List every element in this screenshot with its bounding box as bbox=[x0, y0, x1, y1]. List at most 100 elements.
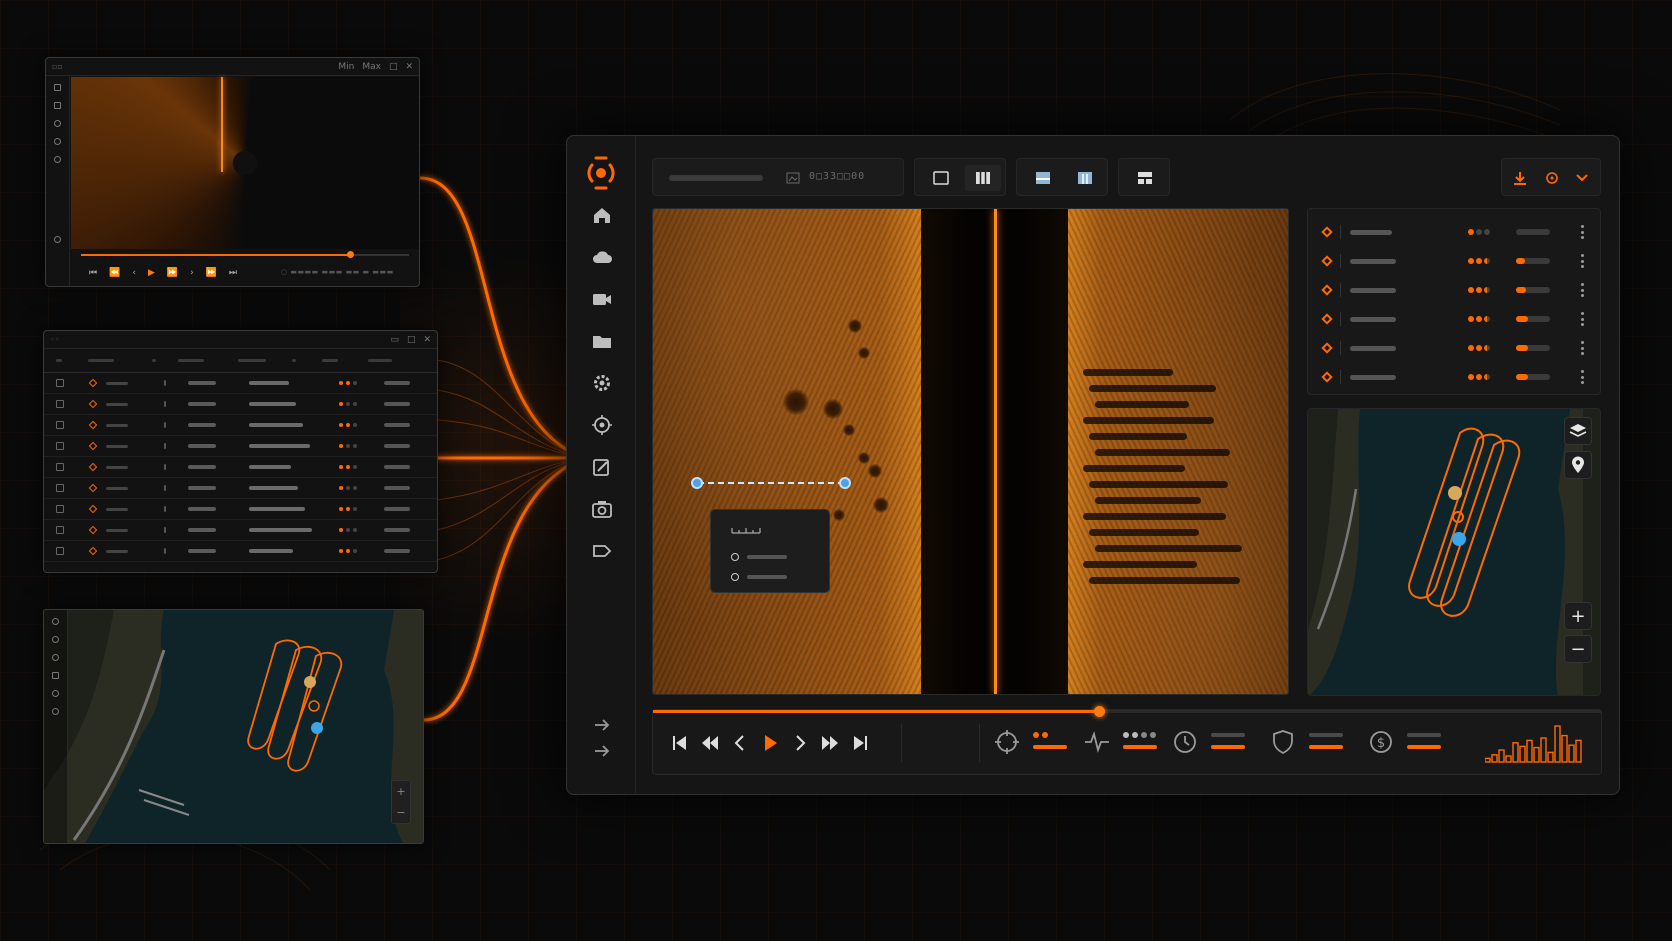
grid-view-button[interactable] bbox=[1127, 165, 1163, 191]
next-icon[interactable]: › bbox=[190, 268, 194, 278]
folder-nav-button[interactable] bbox=[591, 330, 613, 352]
tag-nav-button[interactable] bbox=[591, 540, 613, 562]
close-icon[interactable]: ✕ bbox=[405, 62, 413, 72]
home-nav-button[interactable] bbox=[591, 204, 613, 226]
skip-end-button[interactable] bbox=[849, 732, 871, 754]
split-view-button[interactable] bbox=[965, 165, 1001, 191]
target-list-item[interactable] bbox=[1308, 217, 1600, 248]
maximize-icon[interactable]: □ bbox=[389, 62, 398, 72]
measure-start-handle[interactable] bbox=[691, 477, 703, 489]
maximize-icon[interactable]: □ bbox=[407, 335, 416, 345]
settings-icon[interactable] bbox=[54, 156, 61, 163]
minimize-icon[interactable]: ▭ bbox=[390, 335, 399, 345]
play-icon[interactable]: ▶ bbox=[148, 268, 155, 278]
row-checkbox[interactable] bbox=[56, 547, 64, 555]
zoom-out-button[interactable]: − bbox=[396, 806, 405, 819]
skip-end-icon[interactable]: ⏭ bbox=[229, 268, 237, 278]
track-map-window[interactable]: + − bbox=[43, 609, 424, 844]
target-list-item[interactable] bbox=[1308, 275, 1600, 306]
table-row[interactable] bbox=[44, 436, 437, 457]
video-nav-button[interactable] bbox=[591, 288, 613, 310]
target-icon[interactable] bbox=[54, 138, 61, 145]
more-options-icon[interactable] bbox=[1580, 283, 1584, 297]
track-map[interactable]: + − bbox=[1307, 408, 1601, 696]
download-button[interactable] bbox=[1506, 165, 1534, 191]
row-checkbox[interactable] bbox=[56, 505, 64, 513]
playback-progress-bar[interactable] bbox=[653, 706, 1601, 717]
table-row[interactable] bbox=[44, 415, 437, 436]
expand-nav-button[interactable] bbox=[591, 714, 613, 736]
skip-start-icon[interactable]: ⏮ bbox=[89, 268, 97, 278]
more-options-icon[interactable] bbox=[1580, 341, 1584, 355]
table-row[interactable] bbox=[44, 520, 437, 541]
rewind-button[interactable] bbox=[699, 732, 721, 754]
play-button[interactable] bbox=[759, 732, 781, 754]
location-pin-button[interactable] bbox=[1564, 451, 1592, 479]
row-checkbox[interactable] bbox=[56, 421, 64, 429]
playback-scrubber[interactable] bbox=[1093, 706, 1105, 717]
target-list-item[interactable] bbox=[1308, 304, 1600, 335]
rewind-icon[interactable]: ⏪ bbox=[109, 268, 120, 278]
measure-option-2[interactable] bbox=[731, 573, 787, 581]
camera-nav-button[interactable] bbox=[591, 498, 613, 520]
table-row[interactable] bbox=[44, 478, 437, 499]
target-list-item[interactable] bbox=[1308, 333, 1600, 364]
more-options-icon[interactable] bbox=[1580, 254, 1584, 268]
single-view-button[interactable] bbox=[923, 165, 959, 191]
sonar-preview-window[interactable]: ▫▫ Min Max □ ✕ ⏮ ⏪ ‹ ▶ ⏩ › ⏩ ⏭ ○ ▬▬▬▬ ▬▬… bbox=[45, 57, 420, 287]
prev-button[interactable] bbox=[729, 732, 751, 754]
target-nav-button[interactable] bbox=[591, 414, 613, 436]
prev-icon[interactable]: ‹ bbox=[132, 268, 136, 278]
cloud-nav-button[interactable] bbox=[591, 246, 613, 268]
targets-table-window[interactable]: ◦◦ ▭ □ ✕ bbox=[43, 330, 438, 573]
side-scan-sonar-view[interactable] bbox=[652, 208, 1289, 695]
row-checkbox[interactable] bbox=[56, 526, 64, 534]
info-icon[interactable] bbox=[54, 236, 61, 243]
layers-button[interactable] bbox=[1564, 417, 1592, 445]
target-button[interactable] bbox=[1538, 165, 1566, 191]
zoom-out-button[interactable]: − bbox=[1564, 635, 1592, 663]
fast-forward-button[interactable] bbox=[819, 732, 841, 754]
target-list-item[interactable] bbox=[1308, 362, 1600, 393]
fast-forward-icon[interactable]: ⏩ bbox=[167, 268, 178, 278]
target-list-item[interactable] bbox=[1308, 246, 1600, 277]
more-options-icon[interactable] bbox=[1580, 225, 1584, 239]
table-row[interactable] bbox=[44, 499, 437, 520]
image-view-button[interactable] bbox=[1025, 165, 1061, 191]
zoom-in-button[interactable]: + bbox=[1564, 602, 1592, 630]
row-checkbox[interactable] bbox=[56, 463, 64, 471]
row-checkbox[interactable] bbox=[56, 400, 64, 408]
measure-line[interactable] bbox=[691, 477, 851, 489]
circle-icon[interactable] bbox=[52, 708, 59, 715]
layer-icon[interactable] bbox=[52, 618, 59, 625]
edit-nav-button[interactable] bbox=[591, 456, 613, 478]
row-checkbox[interactable] bbox=[56, 379, 64, 387]
columns-view-button[interactable] bbox=[1067, 165, 1103, 191]
measure-option-1[interactable] bbox=[731, 553, 787, 561]
next-button[interactable] bbox=[789, 732, 811, 754]
search-icon[interactable] bbox=[54, 120, 61, 127]
row-checkbox[interactable] bbox=[56, 484, 64, 492]
table-row[interactable] bbox=[44, 457, 437, 478]
measure-end-handle[interactable] bbox=[839, 477, 851, 489]
row-checkbox[interactable] bbox=[56, 442, 64, 450]
settings-nav-button[interactable] bbox=[591, 372, 613, 394]
target-icon[interactable] bbox=[52, 690, 59, 697]
search-icon[interactable] bbox=[52, 654, 59, 661]
ruler-icon[interactable] bbox=[52, 672, 59, 679]
search-input[interactable] bbox=[669, 175, 763, 181]
expand-nav-button[interactable] bbox=[591, 740, 613, 762]
close-icon[interactable]: ✕ bbox=[423, 335, 431, 345]
fast-forward-icon[interactable]: ⏩ bbox=[206, 268, 217, 278]
pin-icon[interactable] bbox=[52, 636, 59, 643]
table-row[interactable] bbox=[44, 373, 437, 394]
more-options-icon[interactable] bbox=[1580, 312, 1584, 326]
table-row[interactable] bbox=[44, 394, 437, 415]
table-row[interactable] bbox=[44, 541, 437, 562]
more-options-icon[interactable] bbox=[1580, 370, 1584, 384]
square-icon[interactable] bbox=[54, 84, 61, 91]
dropdown-button[interactable] bbox=[1568, 165, 1596, 191]
mini-progress-bar[interactable] bbox=[81, 251, 409, 258]
square-icon[interactable] bbox=[54, 102, 61, 109]
zoom-in-button[interactable]: + bbox=[396, 785, 405, 798]
